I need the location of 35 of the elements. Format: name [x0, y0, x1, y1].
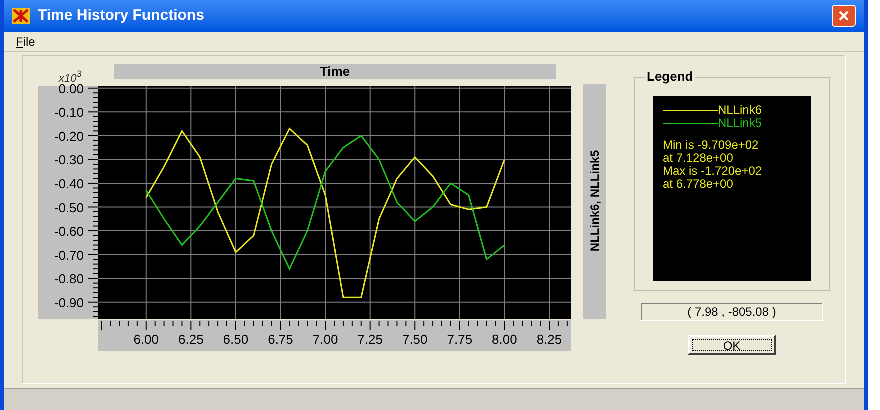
x-tick-label: 6.25 — [178, 332, 204, 347]
x-tick-label: 7.00 — [312, 332, 338, 347]
x-tick-label: 8.25 — [536, 332, 562, 347]
x-tick-label: 7.25 — [358, 332, 383, 347]
ok-button[interactable]: OK — [688, 335, 776, 355]
y-tick-label: -0.70 — [54, 248, 84, 263]
window-title: Time History Functions — [38, 6, 206, 26]
legend-stat: at 6.778e+00 — [663, 178, 734, 191]
y-axis-label: NLLink6, NLLink5 — [588, 150, 602, 252]
legend-stat: at 7.128e+00 — [663, 152, 734, 165]
y-tick-label: -0.80 — [54, 272, 84, 287]
y-tick-label: -0.40 — [54, 176, 84, 192]
app-icon — [12, 8, 30, 24]
y-tick-label: -0.10 — [54, 105, 84, 120]
y-tick-label: -0.90 — [54, 295, 84, 310]
y-tick-label: -0.50 — [54, 200, 84, 216]
close-icon — [838, 10, 850, 22]
menu-item[interactable]: File — [12, 32, 40, 50]
close-button[interactable] — [832, 5, 856, 27]
legend-label: NLLink6 — [718, 104, 762, 117]
legend-label: NLLink5 — [718, 117, 762, 130]
x-tick-label: 7.50 — [402, 332, 428, 347]
y-tick-label: -0.60 — [54, 224, 84, 240]
coordinate-readout: ( 7.98 , -805.08 ) — [641, 303, 823, 321]
chart-title: Time — [320, 64, 350, 79]
legend-stat: Min is -9.709e+02 — [663, 139, 760, 152]
y-tick-label: -0.20 — [54, 128, 84, 144]
x-tick-label: 7.75 — [447, 332, 473, 347]
x-tick-label: 6.00 — [134, 332, 160, 347]
x-tick-label: 6.75 — [268, 332, 294, 347]
legend-stat: Max is -1.720e+02 — [663, 165, 764, 178]
legend-title: Legend — [645, 69, 696, 85]
x-tick-label: 6.50 — [223, 332, 249, 347]
x-tick-label: 8.00 — [492, 332, 518, 347]
y-tick-label: -0.30 — [54, 152, 84, 168]
